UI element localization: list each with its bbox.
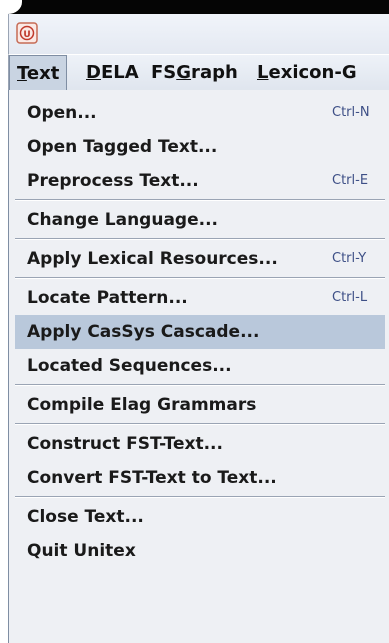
menu-item-construct-fst-text-label: Construct FST-Text... — [27, 434, 223, 454]
menu-text[interactable]: Text — [9, 55, 68, 91]
menu-fsgraph[interactable]: FSGraph — [144, 55, 245, 91]
menu-item-compile-elag-grammars-label: Compile Elag Grammars — [27, 395, 257, 415]
menu-item-quit-unitex[interactable]: Quit Unitex — [15, 534, 385, 568]
menu-item-located-sequences-label: Located Sequences... — [27, 356, 232, 376]
menu-item-apply-lexical-resources[interactable]: Apply Lexical Resources... Ctrl-Y — [15, 242, 385, 276]
menu-item-preprocess-text[interactable]: Preprocess Text... Ctrl-E — [15, 164, 385, 198]
menu-item-located-sequences[interactable]: Located Sequences... — [15, 349, 385, 383]
menu-fsgraph-label: FSGraph — [151, 62, 238, 83]
app-icon-letter: U — [23, 30, 30, 40]
menu-item-open-tagged-text-label: Open Tagged Text... — [27, 137, 218, 157]
text-menu-popup: Open... Ctrl-N Open Tagged Text... Prepr… — [8, 90, 389, 643]
menu-bar: Text DELA FSGraph Lexicon-G — [8, 54, 389, 91]
menu-item-open[interactable]: Open... Ctrl-N — [15, 96, 385, 130]
title-bar: U — [8, 14, 389, 54]
menu-item-quit-unitex-label: Quit Unitex — [27, 541, 136, 561]
menu-item-compile-elag-grammars[interactable]: Compile Elag Grammars — [15, 388, 385, 422]
menu-item-open-shortcut: Ctrl-N — [332, 105, 370, 120]
menu-item-locate-pattern[interactable]: Locate Pattern... Ctrl-L — [15, 281, 385, 315]
menu-lexicon-grammar[interactable]: Lexicon-G — [250, 55, 364, 91]
menu-item-locate-pattern-label: Locate Pattern... — [27, 288, 188, 308]
menu-item-preprocess-text-label: Preprocess Text... — [27, 171, 199, 191]
menu-dela-label: DELA — [86, 62, 139, 83]
unitex-app-icon[interactable]: U — [16, 22, 38, 44]
menu-item-open-tagged-text[interactable]: Open Tagged Text... — [15, 130, 385, 164]
menu-item-convert-fst-text-to-text[interactable]: Convert FST-Text to Text... — [15, 461, 385, 495]
menu-item-change-language[interactable]: Change Language... — [15, 203, 385, 237]
menu-text-label: Text — [17, 63, 60, 84]
menu-item-preprocess-text-shortcut: Ctrl-E — [332, 173, 369, 188]
window-corner — [0, 0, 22, 14]
unitex-window: U Text DELA FSGraph Lexicon-G Open... Ct… — [0, 0, 389, 643]
menu-item-close-text-label: Close Text... — [27, 507, 144, 527]
menu-item-open-label: Open... — [27, 103, 97, 123]
menu-item-close-text[interactable]: Close Text... — [15, 500, 385, 534]
menu-dela[interactable]: DELA — [79, 55, 146, 91]
window-top-edge — [0, 0, 389, 14]
menu-item-apply-cassys-cascade[interactable]: Apply CasSys Cascade... — [15, 315, 385, 349]
menu-item-construct-fst-text[interactable]: Construct FST-Text... — [15, 427, 385, 461]
menu-item-apply-lexical-resources-shortcut: Ctrl-Y — [332, 251, 367, 266]
menu-lexicon-grammar-label: Lexicon-G — [257, 62, 357, 83]
menu-item-apply-lexical-resources-label: Apply Lexical Resources... — [27, 249, 278, 269]
menu-item-convert-fst-text-to-text-label: Convert FST-Text to Text... — [27, 468, 277, 488]
menu-item-apply-cassys-cascade-label: Apply CasSys Cascade... — [27, 322, 260, 342]
menu-item-locate-pattern-shortcut: Ctrl-L — [332, 290, 368, 305]
menu-item-change-language-label: Change Language... — [27, 210, 218, 230]
